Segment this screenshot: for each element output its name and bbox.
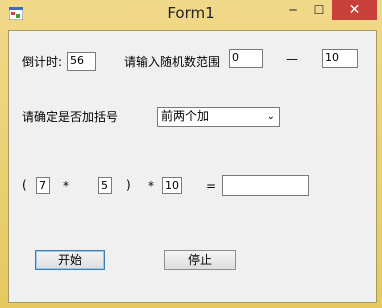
range-label: 请输入随机数范围 <box>124 55 221 69</box>
paren-label: 请确定是否加括号 <box>22 110 119 124</box>
answer-input[interactable] <box>222 175 309 196</box>
title-bar: Form1 ─ ☐ ✕ <box>0 0 382 28</box>
right-paren: ) <box>126 178 131 192</box>
stop-button[interactable]: 停止 <box>164 250 236 270</box>
equals-sign: = <box>206 179 217 193</box>
range-dash: — <box>286 52 298 66</box>
countdown-label: 倒计时: <box>22 55 63 69</box>
operator-2: * <box>148 179 154 193</box>
maximize-icon[interactable]: ☐ <box>306 0 332 20</box>
chevron-down-icon[interactable]: ⌄ <box>267 108 275 125</box>
operator-1: * <box>63 179 69 193</box>
operand-b-field[interactable]: 5 <box>98 177 112 194</box>
paren-dropdown[interactable]: 前两个加 ⌄ <box>157 107 280 127</box>
left-paren: ( <box>22 178 27 192</box>
close-icon[interactable]: ✕ <box>332 0 377 20</box>
paren-dropdown-value: 前两个加 <box>161 109 210 123</box>
range-to-field[interactable]: 10 <box>322 49 358 68</box>
start-button[interactable]: 开始 <box>35 250 105 270</box>
minimize-icon[interactable]: ─ <box>280 0 306 20</box>
operand-c-field[interactable]: 10 <box>162 177 182 194</box>
operand-a-field[interactable]: 7 <box>36 177 50 194</box>
range-from-field[interactable]: 0 <box>229 49 263 68</box>
countdown-field[interactable]: 56 <box>67 52 96 71</box>
